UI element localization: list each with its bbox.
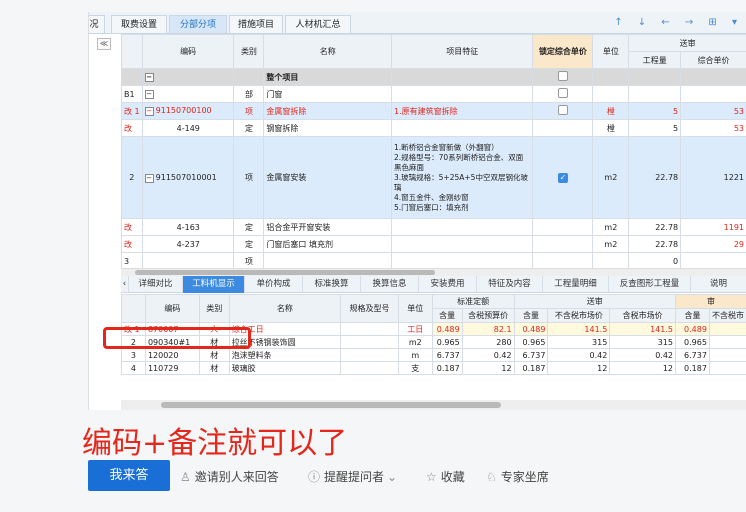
answer-text: 编码+备注就可以了 [82, 426, 348, 461]
star-icon: ☆ [426, 470, 437, 484]
tab-overview[interactable]: 况 [89, 15, 105, 33]
collapse-node-icon[interactable]: − [144, 173, 154, 183]
tab-measures[interactable]: 措施项目 [229, 15, 283, 33]
tab-install-fees[interactable]: 安装费用 [419, 276, 477, 293]
lock-checkbox[interactable] [557, 88, 568, 98]
favorite-action[interactable]: ☆ 收藏 [426, 468, 465, 485]
table-row[interactable]: 2 −911507010001 项 金属窗安装 1.断桥铝合金窗新做（外翻窗） … [121, 136, 746, 219]
expert-icon: ♘ [486, 470, 497, 484]
table-row[interactable]: 改 4-237 定 门窗后塞口 填充剂 m2 22.78 29 [121, 235, 746, 253]
lock-checkbox[interactable] [557, 71, 568, 81]
mat-col-review-group-header: 送审 [513, 294, 677, 309]
tab-unit-price-composition[interactable]: 单价构成 [245, 276, 303, 293]
info-circle-icon: ⓘ [308, 470, 321, 484]
table-row[interactable]: 4 110729 材 玻璃胶 支 0.187 12 0.187 12 12 0.… [121, 361, 746, 375]
software-screenshot: 况 取费设置 分部分项 措施项目 人材机汇总 ↑ ↓ ← → ⊞ ▾ ≪ 编码 … [88, 12, 746, 410]
highlight-annotation-box [103, 327, 251, 349]
top-tab-bar: 况 取费设置 分部分项 措施项目 人材机汇总 ↑ ↓ ← → ⊞ ▾ [89, 12, 746, 34]
material-table-header-1: 编码 类别 名称 规格及型号 单位 标准定额 送审 审 [121, 294, 746, 323]
table-row[interactable]: 3 项 0 [121, 252, 746, 268]
collapse-node-icon[interactable]: − [144, 73, 154, 82]
item-table: 编码 类别 名称 项目特征 锁定综合单价 单位 送审 工程量 综合单价 − 整个… [121, 34, 746, 268]
toolbar-arrow-icons[interactable]: ↑ ↓ ← → ⊞ ▾ [614, 17, 743, 28]
mat-col-unit-header: 单位 [397, 294, 433, 323]
page-left-margin [0, 0, 72, 512]
col-code-header: 编码 [141, 34, 235, 69]
item-grid: 编码 类别 名称 项目特征 锁定综合单价 单位 送审 工程量 综合单价 − 整个… [121, 34, 746, 268]
detail-tab-bar: ‹ 详细对比 工料机显示 单价构成 标准换算 换算信息 安装费用 特征及内容 工… [121, 276, 746, 293]
tab-detail-compare[interactable]: 详细对比 [129, 276, 183, 293]
tab-fee-settings[interactable]: 取费设置 [111, 15, 167, 33]
mat-col-std-group-header: 标准定额 [431, 294, 515, 309]
invite-action[interactable]: ♙ 邀请别人来回答 [180, 468, 279, 485]
table-row[interactable]: 改 4-163 定 铝合金平开窗安装 m2 22.78 1191 [121, 218, 746, 236]
tab-labor-material-summary[interactable]: 人材机汇总 [285, 15, 351, 33]
tab-standard-conversion[interactable]: 标准换算 [303, 276, 361, 293]
table-row[interactable]: − 整个项目 [121, 68, 746, 86]
tab-features-content[interactable]: 特征及内容 [477, 276, 543, 293]
table-row[interactable]: B1 − 部 门窗 [121, 85, 746, 103]
chevron-down-icon: ⌄ [387, 470, 398, 484]
material-grid-scrollbar[interactable] [121, 400, 746, 410]
user-icon: ♙ [180, 470, 191, 484]
scrollbar-thumb[interactable] [161, 402, 501, 408]
scrollbar-thumb[interactable] [135, 270, 435, 275]
col-lock-price-header: 锁定综合单价 [532, 34, 594, 69]
col-qty-header: 工程量 [628, 51, 682, 69]
mat-col-type-header: 类别 [198, 294, 230, 323]
col-name-header: 名称 [263, 34, 392, 69]
col-review-group-header: 送审 [628, 34, 746, 52]
mat-col-spec-header: 规格及型号 [340, 294, 399, 323]
mat-col-name-header: 名称 [228, 294, 342, 323]
tab-conversion-info[interactable]: 换算信息 [361, 276, 419, 293]
col-price-header: 综合单价 [680, 51, 746, 69]
tab-labor-material-display[interactable]: 工料机显示 [183, 276, 245, 293]
col-type-header: 类别 [233, 34, 265, 69]
col-unit-header: 单位 [592, 34, 630, 69]
expert-action[interactable]: ♘ 专家坐席 [486, 468, 549, 485]
lock-checkbox-checked[interactable]: ✓ [557, 172, 568, 183]
remind-action[interactable]: ⓘ 提醒提问者 ⌄ [308, 468, 401, 485]
tab-division-items[interactable]: 分部分项 [169, 15, 227, 33]
item-grid-scrollbar[interactable] [121, 268, 746, 276]
tab-notes[interactable]: 说明 [691, 276, 746, 293]
table-row[interactable]: 3 120020 材 泡沫塑料条 m 6.737 0.42 6.737 0.42… [121, 348, 746, 362]
collapse-node-icon[interactable]: − [144, 107, 154, 116]
collapse-panel-icon[interactable]: ≪ [97, 38, 111, 50]
collapse-node-icon[interactable]: − [144, 90, 154, 99]
lock-checkbox[interactable] [557, 105, 568, 115]
mat-col-code-header: 编码 [144, 294, 200, 323]
answer-action-bar: 我来答 ♙ 邀请别人来回答 ⓘ 提醒提问者 ⌄ ☆ 收藏 ♘ 专家坐席 [88, 460, 746, 492]
table-row[interactable]: 改 1 −91150700100 项 金属窗拆除 1.原有建筑窗拆除 樘 5 5… [121, 102, 746, 120]
scroll-left-icon[interactable]: ‹ [121, 276, 129, 293]
mat-col-audit-group-header: 审 [675, 294, 746, 309]
answer-button[interactable]: 我来答 [88, 460, 170, 491]
tab-reverse-lookup[interactable]: 反查图形工程量 [609, 276, 691, 293]
item-table-header-1: 编码 类别 名称 项目特征 锁定综合单价 单位 送审 [121, 34, 746, 69]
table-row[interactable]: 改 4-149 定 钢窗拆除 樘 5 53 [121, 119, 746, 137]
tab-quantity-details[interactable]: 工程量明细 [543, 276, 609, 293]
col-features-header: 项目特征 [390, 34, 534, 69]
